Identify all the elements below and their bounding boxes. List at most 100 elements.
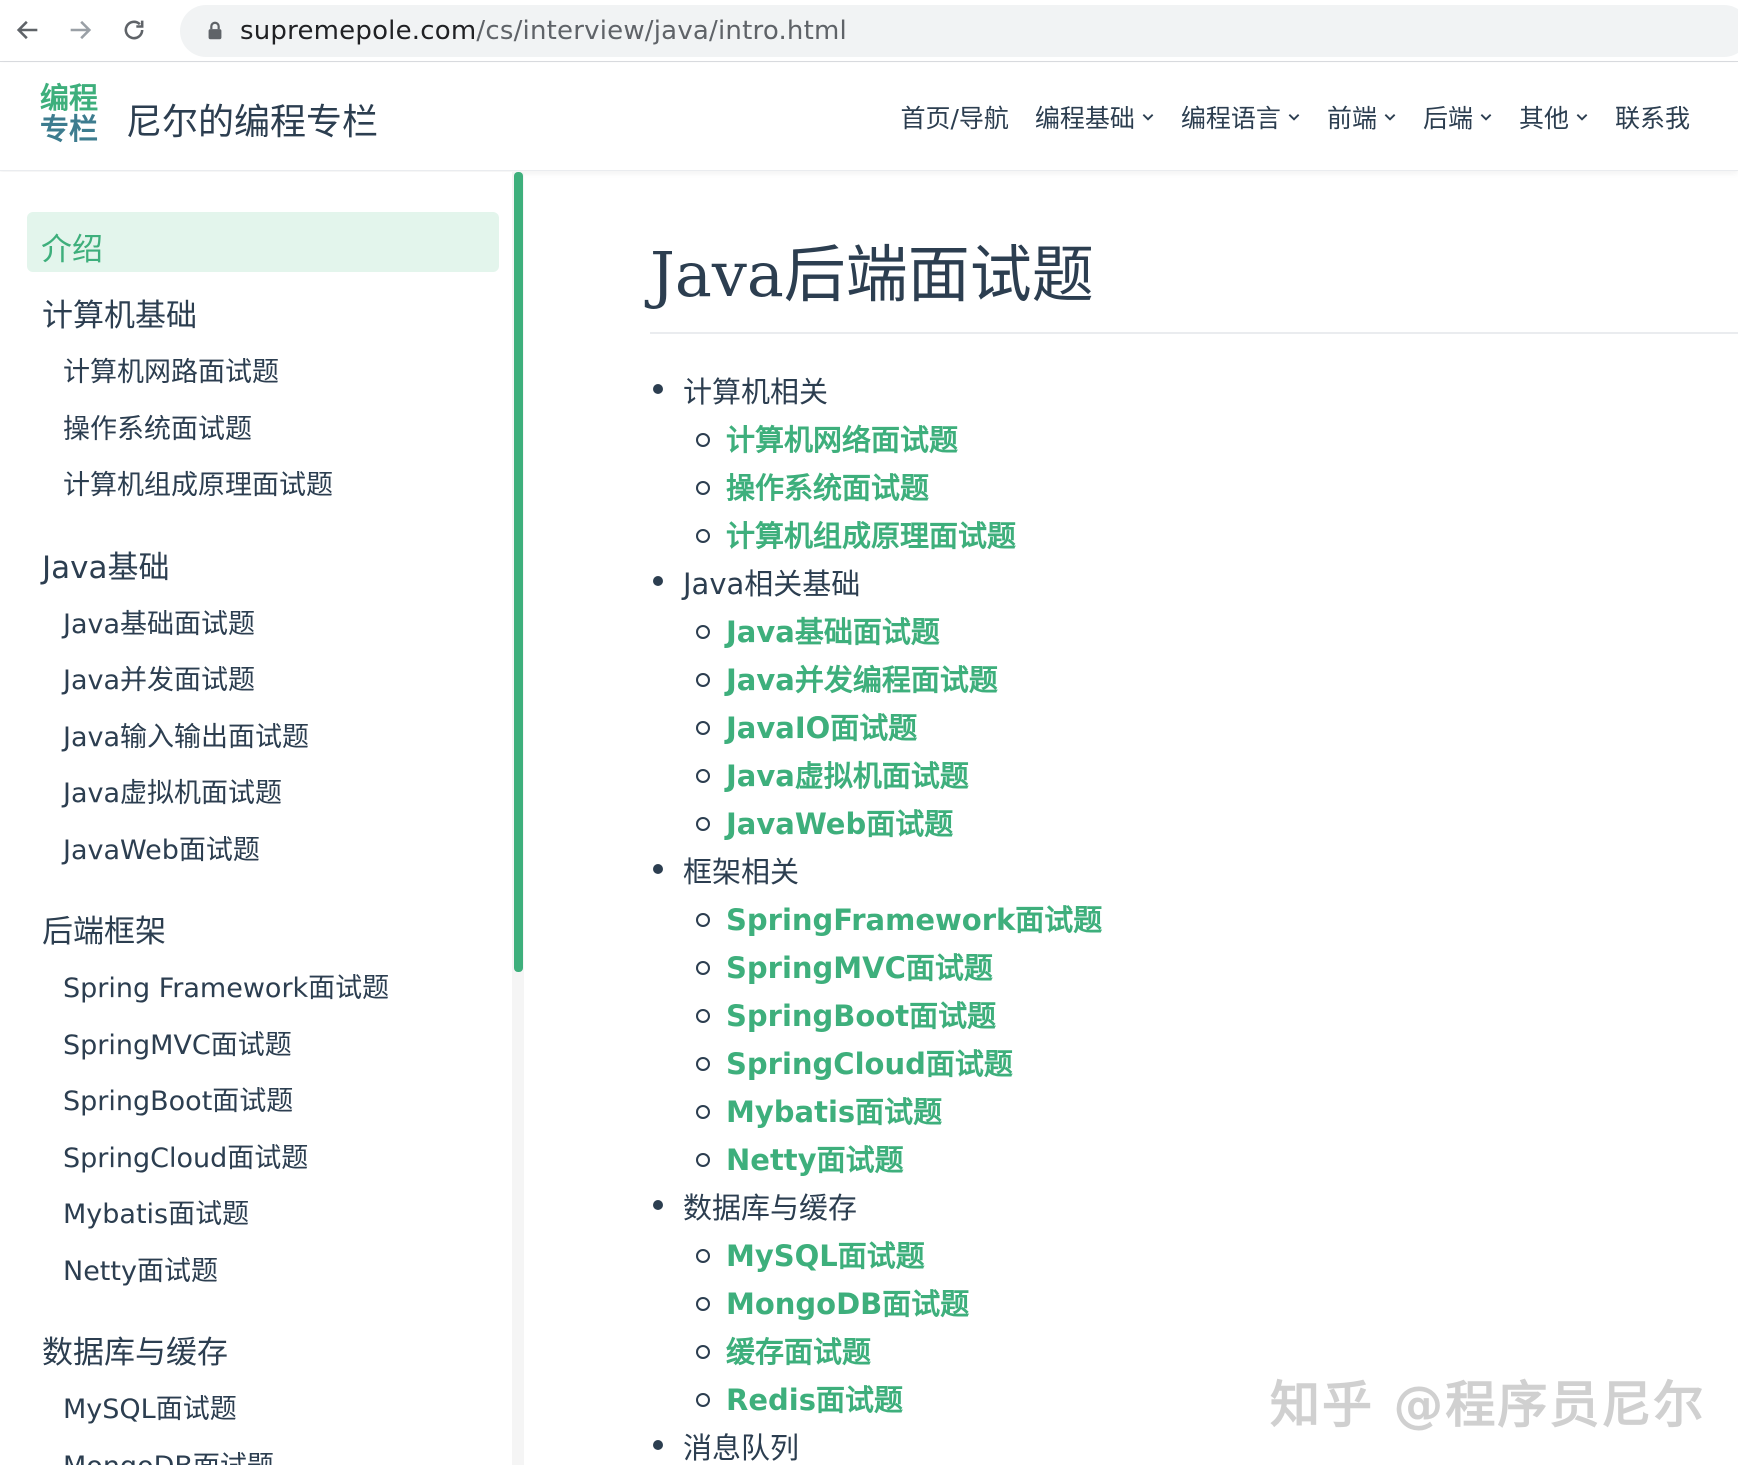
sidebar-active-label: 介绍 — [41, 232, 103, 268]
content-link[interactable]: Redis面试题 — [694, 1377, 903, 1419]
sidebar-item[interactable]: SpringCloud面试题 — [63, 1136, 308, 1175]
nav-link-3[interactable]: 前端 — [1327, 99, 1397, 135]
content-link[interactable]: Java虚拟机面试题 — [694, 753, 969, 795]
sidebar-item[interactable]: 计算机网路面试题 — [63, 350, 279, 389]
content-link-label: MongoDB面试题 — [726, 1287, 970, 1321]
nav-link-label: 前端 — [1326, 104, 1377, 133]
content-link[interactable]: Java并发编程面试题 — [694, 657, 998, 699]
sidebar-item[interactable]: Java基础面试题 — [63, 602, 255, 641]
nav-link-label: 其他 — [1518, 104, 1569, 133]
sidebar-item[interactable]: Java并发面试题 — [63, 658, 255, 697]
content-link[interactable]: SpringCloud面试题 — [694, 1041, 1013, 1083]
logo-line-2: 专栏 — [40, 112, 99, 146]
site-navbar: 编程 专栏 尼尔的编程专栏 首页/导航 编程基础 编程语言 前端 后端 其他 联系我 — [0, 63, 1738, 171]
sidebar: 介绍 计算机基础计算机网路面试题 操作系统面试题计算机组成原理面试题 Java基础 J… — [0, 172, 512, 1465]
sidebar-item[interactable]: 操作系统面试题 — [63, 407, 252, 446]
sidebar-item[interactable]: 计算机组成原理面试题 — [63, 463, 333, 502]
chevron-down-icon — [1288, 114, 1300, 121]
content-link[interactable]: MySQL面试题 — [694, 1233, 925, 1275]
category-label: 框架相关 — [683, 855, 800, 889]
content-link-label: 计算机组成原理面试题 — [726, 519, 1017, 553]
chevron-down-icon — [1480, 114, 1492, 121]
content-link-label: SpringMVC面试题 — [726, 951, 993, 985]
nav-link-label: 首页/导航 — [900, 104, 1009, 133]
sidebar-section-title[interactable]: 数据库与缓存 — [42, 1327, 228, 1372]
content-link-label: MySQL面试题 — [726, 1239, 925, 1273]
chevron-down-icon — [1142, 114, 1154, 121]
site-title[interactable]: 尼尔的编程专栏 — [126, 93, 378, 145]
nav-link-1[interactable]: 编程基础 — [1035, 99, 1155, 135]
nav-link-label: 编程语言 — [1180, 104, 1281, 133]
sidebar-item[interactable]: Spring Framework面试题 — [63, 966, 389, 1005]
content-link[interactable]: 操作系统面试题 — [694, 465, 929, 507]
main-content: Java后端面试题 计算机相关计算机网络面试题操作系统面试题计算机组成原理面试题… — [524, 172, 1738, 1465]
reload-button[interactable] — [112, 8, 156, 52]
sidebar-item[interactable]: SpringMVC面试题 — [63, 1023, 292, 1062]
sidebar-item-active[interactable]: 介绍 — [27, 212, 499, 272]
category-item: 消息队列 — [652, 1425, 799, 1465]
content-link-label: SpringBoot面试题 — [726, 999, 997, 1033]
chevron-down-icon — [1576, 114, 1588, 121]
category-label: 计算机相关 — [683, 375, 829, 409]
content-link[interactable]: SpringFramework面试题 — [694, 897, 1102, 939]
content-link-label: Java并发编程面试题 — [726, 663, 998, 697]
nav-link-5[interactable]: 其他 — [1519, 99, 1589, 135]
address-bar[interactable]: supremepole.com/cs/interview/java/intro.… — [180, 5, 1738, 57]
nav-link-4[interactable]: 后端 — [1423, 99, 1493, 135]
content-link[interactable]: Java基础面试题 — [694, 609, 940, 651]
nav-links: 首页/导航 编程基础 编程语言 前端 后端 其他 联系我 — [900, 99, 1690, 135]
content-link-label: Java基础面试题 — [726, 615, 940, 649]
category-item: 计算机相关 — [652, 369, 829, 411]
sidebar-item[interactable]: MongoDB面试题 — [63, 1444, 274, 1465]
sidebar-item[interactable]: SpringBoot面试题 — [63, 1079, 293, 1118]
forward-button[interactable] — [58, 8, 102, 52]
sidebar-item[interactable]: Java虚拟机面试题 — [63, 771, 282, 810]
category-item: Java相关基础 — [652, 561, 860, 603]
nav-link-2[interactable]: 编程语言 — [1181, 99, 1301, 135]
sidebar-item[interactable]: Java输入输出面试题 — [63, 715, 309, 754]
title-divider — [650, 332, 1738, 334]
content-link[interactable]: SpringBoot面试题 — [694, 993, 996, 1035]
logo-line-1: 编程 — [40, 81, 99, 115]
nav-link-label: 编程基础 — [1034, 104, 1135, 133]
chevron-down-icon — [1384, 114, 1396, 121]
content-link[interactable]: JavaWeb面试题 — [694, 801, 953, 843]
back-button[interactable] — [6, 8, 50, 52]
content-link[interactable]: SpringMVC面试题 — [694, 945, 993, 987]
sidebar-section-title[interactable]: 后端框架 — [42, 906, 166, 951]
sidebar-item[interactable]: Mybatis面试题 — [63, 1192, 249, 1231]
content-link-label: Netty面试题 — [726, 1143, 904, 1177]
content-link[interactable]: 计算机网络面试题 — [694, 417, 958, 459]
content-link[interactable]: 计算机组成原理面试题 — [694, 513, 1016, 555]
watermark: 知乎 @程序员尼尔 — [1270, 1376, 1706, 1434]
content-link-label: 缓存面试题 — [726, 1335, 872, 1369]
content-link[interactable]: Netty面试题 — [694, 1137, 904, 1179]
content-link[interactable]: Mybatis面试题 — [694, 1089, 942, 1131]
nav-link-label: 联系我 — [1614, 104, 1690, 133]
category-item: 框架相关 — [652, 849, 800, 891]
content-link[interactable]: JavaIO面试题 — [694, 705, 917, 747]
page-title: Java后端面试题 — [650, 238, 1094, 311]
category-label: 数据库与缓存 — [683, 1191, 858, 1225]
category-item: 数据库与缓存 — [652, 1185, 858, 1227]
content-link-label: JavaIO面试题 — [726, 711, 918, 745]
content-link-label: Java虚拟机面试题 — [726, 759, 969, 793]
url-path: /cs/interview/java/intro.html — [476, 16, 847, 46]
url-text: supremepole.com/cs/interview/java/intro.… — [240, 16, 847, 46]
sidebar-item[interactable]: Netty面试题 — [63, 1249, 218, 1288]
sidebar-item[interactable]: JavaWeb面试题 — [63, 828, 260, 867]
reload-icon — [124, 20, 144, 40]
site-logo[interactable]: 编程 专栏 — [40, 83, 106, 149]
content-link-label: Mybatis面试题 — [726, 1095, 943, 1129]
sidebar-scrollbar-thumb[interactable] — [514, 172, 523, 972]
content-link[interactable]: 缓存面试题 — [694, 1329, 871, 1371]
nav-link-0[interactable]: 首页/导航 — [900, 99, 1008, 135]
arrow-right-icon — [70, 20, 92, 40]
sidebar-item[interactable]: MySQL面试题 — [63, 1387, 237, 1426]
sidebar-section-title[interactable]: 计算机基础 — [42, 290, 197, 335]
content-link-label: SpringCloud面试题 — [726, 1047, 1013, 1081]
sidebar-section-title[interactable]: Java基础 — [42, 542, 169, 587]
nav-link-6[interactable]: 联系我 — [1615, 99, 1690, 135]
content-link-label: 计算机网络面试题 — [726, 423, 959, 457]
content-link[interactable]: MongoDB面试题 — [694, 1281, 969, 1323]
